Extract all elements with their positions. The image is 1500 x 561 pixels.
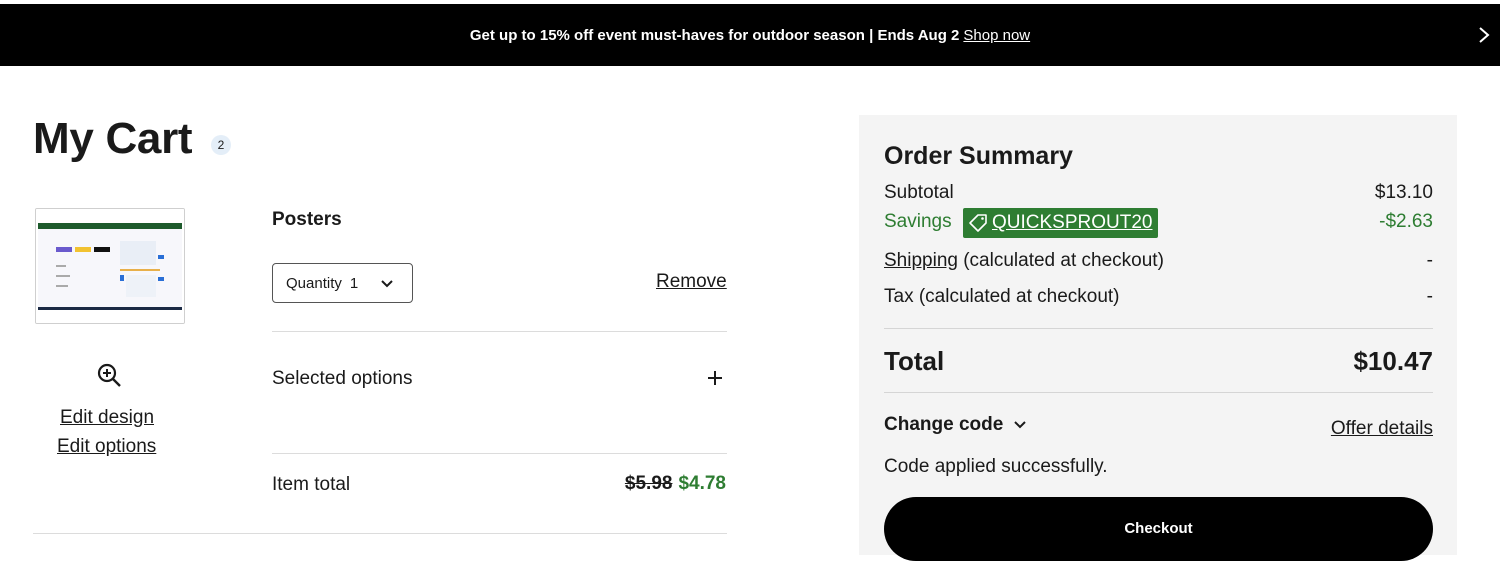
code-applied-message: Code applied successfully. bbox=[884, 456, 1108, 477]
edit-design-link[interactable]: Edit design bbox=[60, 407, 154, 429]
banner-message: Get up to 15% off event must-haves for o… bbox=[469, 26, 960, 44]
promo-code-badge[interactable]: QUICKSPROUT20 bbox=[963, 208, 1159, 238]
product-name: Posters bbox=[272, 209, 342, 230]
chevron-right-icon[interactable] bbox=[1474, 24, 1494, 46]
zoom-in-icon[interactable] bbox=[96, 362, 122, 388]
remove-button[interactable]: Remove bbox=[656, 271, 727, 293]
sale-price: $4.78 bbox=[678, 473, 726, 494]
page-title: My Cart bbox=[33, 114, 193, 163]
poster-preview-image bbox=[36, 209, 184, 323]
shipping-row: Shipping (calculated at checkout) bbox=[884, 250, 1164, 272]
shipping-link[interactable]: Shipping bbox=[884, 250, 958, 271]
order-summary-title: Order Summary bbox=[884, 142, 1073, 170]
promo-code-text: QUICKSPROUT20 bbox=[992, 212, 1153, 233]
plus-icon[interactable] bbox=[705, 368, 725, 388]
chevron-down-icon bbox=[381, 280, 393, 288]
quantity-select[interactable]: Quantity 1 bbox=[272, 263, 413, 303]
original-price: $5.98 bbox=[624, 473, 673, 494]
checkout-button[interactable]: Checkout bbox=[884, 497, 1433, 561]
savings-label: Savings bbox=[884, 211, 952, 232]
tax-value: - bbox=[1426, 286, 1433, 307]
change-code-toggle[interactable]: Change code bbox=[884, 414, 1027, 436]
total-label: Total bbox=[884, 346, 945, 376]
savings-value: -$2.63 bbox=[1379, 211, 1433, 232]
selected-options-label[interactable]: Selected options bbox=[272, 368, 413, 390]
subtotal-label: Subtotal bbox=[884, 182, 954, 203]
tax-label: Tax (calculated at checkout) bbox=[884, 286, 1120, 307]
order-summary-panel bbox=[859, 115, 1457, 555]
quantity-label: Quantity bbox=[286, 274, 342, 292]
offer-details-link[interactable]: Offer details bbox=[1331, 418, 1433, 440]
divider bbox=[33, 533, 727, 534]
quantity-value: 1 bbox=[349, 274, 359, 292]
cart-count-badge: 2 bbox=[211, 135, 231, 155]
chevron-down-icon bbox=[1014, 421, 1027, 429]
shop-now-link[interactable]: Shop now bbox=[963, 27, 1030, 44]
change-code-label: Change code bbox=[884, 414, 1004, 435]
divider bbox=[272, 453, 727, 454]
total-value: $10.47 bbox=[1353, 346, 1433, 376]
divider bbox=[884, 392, 1433, 393]
item-total-label: Item total bbox=[272, 474, 351, 495]
shipping-value: - bbox=[1426, 250, 1433, 271]
divider bbox=[272, 331, 727, 332]
item-total-prices: $5.98 $4.78 bbox=[625, 473, 726, 495]
edit-options-link[interactable]: Edit options bbox=[57, 436, 156, 458]
subtotal-value: $13.10 bbox=[1374, 182, 1433, 203]
promo-banner: Get up to 15% off event must-haves for o… bbox=[0, 4, 1500, 66]
product-thumbnail[interactable] bbox=[35, 208, 185, 324]
tag-icon bbox=[969, 214, 987, 232]
divider bbox=[884, 328, 1433, 329]
shipping-suffix: (calculated at checkout) bbox=[963, 250, 1164, 271]
